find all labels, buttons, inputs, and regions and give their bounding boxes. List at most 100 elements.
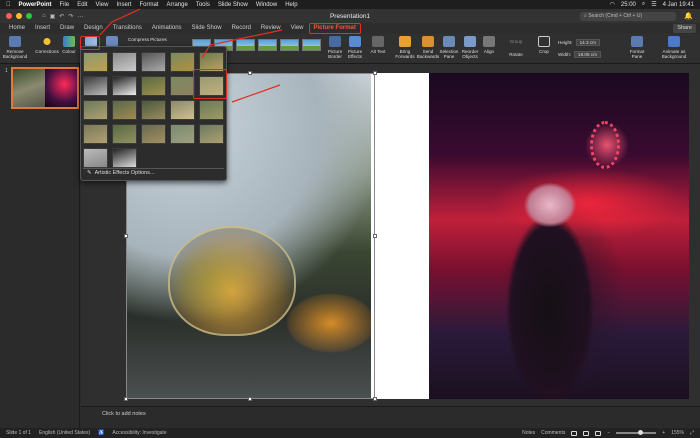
fit-slide-icon[interactable]: ⤢ <box>690 430 694 436</box>
undo-icon[interactable]: ↶ <box>59 13 64 20</box>
redo-icon[interactable]: ↷ <box>68 13 73 20</box>
effect-cutout[interactable] <box>112 100 137 120</box>
effect-texturizer[interactable] <box>83 124 108 144</box>
effect-pencil-greyscale[interactable] <box>83 76 108 96</box>
notes-toggle[interactable]: Notes <box>522 430 535 436</box>
colour-button[interactable]: Colour <box>60 36 78 54</box>
menu-tools[interactable]: Tools <box>196 2 210 8</box>
bell-icon[interactable]: 🔔 <box>684 12 693 20</box>
save-icon[interactable]: ▣ <box>50 13 56 20</box>
share-button[interactable]: Share <box>673 24 696 33</box>
effect-cement[interactable] <box>112 124 137 144</box>
effect-photocopy[interactable] <box>112 76 137 96</box>
resize-handle-br[interactable] <box>373 397 377 401</box>
reorder-objects-button[interactable]: Reorder Objects <box>460 36 480 59</box>
accessibility-icon[interactable]: ♿ <box>98 430 104 436</box>
selection-pane-button[interactable]: Selection Pane <box>440 36 458 59</box>
slide-sorter-icon[interactable] <box>583 430 590 436</box>
effect-plastic-wrap[interactable] <box>141 124 166 144</box>
picture-effects-button[interactable]: Picture Effects <box>346 36 364 59</box>
zoom-in-icon[interactable]: + <box>662 430 665 436</box>
language[interactable]: English (United States) <box>39 430 90 436</box>
effect-blur[interactable] <box>170 76 195 96</box>
effect-glow-diffused[interactable] <box>141 76 166 96</box>
effect-line-drawing[interactable] <box>141 52 166 72</box>
zoom-slider[interactable] <box>616 430 657 436</box>
home-icon[interactable]: ⌂ <box>42 13 46 20</box>
effect-glow-edges[interactable] <box>112 148 137 168</box>
menu-view[interactable]: View <box>96 2 109 8</box>
tab-transitions[interactable]: Transitions <box>108 23 147 34</box>
effect-chalk-sketch[interactable] <box>170 52 195 72</box>
picture-border-button[interactable]: Picture Border <box>326 36 344 59</box>
artistic-effects-options-item[interactable]: ✎ Artistic Effects Options... <box>87 170 154 176</box>
slide-thumbnail-1[interactable] <box>11 67 79 109</box>
picture-style-5[interactable] <box>280 39 299 51</box>
tab-home[interactable]: Home <box>4 23 30 34</box>
effect-mosaic[interactable] <box>170 100 195 120</box>
effect-pencil-sketch[interactable] <box>112 52 137 72</box>
minimize-window-button[interactable] <box>16 13 22 19</box>
normal-view-icon[interactable] <box>571 430 578 436</box>
menu-help[interactable]: Help <box>285 2 297 8</box>
wifi-icon[interactable]: ◠ <box>610 1 615 8</box>
menu-slide-show[interactable]: Slide Show <box>218 2 248 8</box>
resize-handle-tr[interactable] <box>373 71 377 75</box>
effect-watercolour[interactable] <box>83 100 108 120</box>
bring-forwards-button[interactable]: Bring Forwards <box>394 36 416 59</box>
resize-handle-bl[interactable] <box>124 397 128 401</box>
search-input[interactable]: ⌕ Search (Cmd + Ctrl + U) <box>580 11 676 21</box>
zoom-out-icon[interactable]: − <box>607 430 610 436</box>
menu-window[interactable]: Window <box>256 2 277 8</box>
menu-edit[interactable]: Edit <box>77 2 87 8</box>
more-icon[interactable]: … <box>77 13 83 20</box>
effect-none[interactable] <box>83 52 108 72</box>
comments-toggle[interactable]: Comments <box>541 430 565 436</box>
picture-style-3[interactable] <box>236 39 255 51</box>
effect-crisscross[interactable] <box>199 100 224 120</box>
corrections-button[interactable]: Corrections <box>34 36 60 54</box>
menu-arrange[interactable]: Arrange <box>166 2 187 8</box>
apple-menu-icon[interactable]:  <box>6 2 11 8</box>
alt-text-button[interactable]: Alt Text <box>370 36 386 54</box>
effect-film-grain[interactable] <box>83 148 108 168</box>
zoom-slider-knob[interactable] <box>638 430 644 436</box>
rotate-button[interactable]: Rotate <box>506 52 526 57</box>
zoom-level[interactable]: 155% <box>671 430 684 436</box>
menu-insert[interactable]: Insert <box>116 2 131 8</box>
align-button[interactable]: Align <box>482 36 496 54</box>
picture-style-6[interactable] <box>302 39 321 51</box>
animate-as-background-button[interactable]: Animate as Background <box>652 36 696 59</box>
close-window-button[interactable] <box>6 13 12 19</box>
menu-format[interactable]: Format <box>139 2 158 8</box>
menu-file[interactable]: File <box>60 2 70 8</box>
battery-time[interactable]: 25:00 <box>621 2 636 8</box>
tab-record[interactable]: Record <box>227 23 256 34</box>
tab-picture-format[interactable]: Picture Format <box>308 23 361 34</box>
reading-view-icon[interactable] <box>595 430 602 436</box>
tab-design[interactable]: Design <box>79 23 108 34</box>
accessibility-status[interactable]: Accessibility: Investigate <box>112 430 166 436</box>
resize-handle-t[interactable] <box>248 71 252 75</box>
format-pane-button[interactable]: Format Pane <box>628 36 646 59</box>
resize-handle-r[interactable] <box>373 234 377 238</box>
effect-marker[interactable] <box>141 100 166 120</box>
resize-handle-l[interactable] <box>124 234 128 238</box>
search-icon[interactable]: ⌕ <box>642 1 645 8</box>
crop-button[interactable]: Crop <box>536 36 552 54</box>
effect-glass[interactable] <box>199 124 224 144</box>
compress-pictures-button[interactable]: Compress Pictures <box>128 37 188 42</box>
app-menu[interactable]: PowerPoint <box>19 2 52 8</box>
send-backwards-button[interactable]: Send Backwards <box>416 36 440 59</box>
control-center-icon[interactable]: ☰ <box>651 1 656 8</box>
picture-style-4[interactable] <box>258 39 277 51</box>
zoom-window-button[interactable] <box>26 13 32 19</box>
notes-pane[interactable] <box>81 406 700 428</box>
resize-handle-b[interactable] <box>248 397 252 401</box>
tab-draw[interactable]: Draw <box>55 23 79 34</box>
height-input[interactable]: 14.3 cm <box>575 39 600 46</box>
clock[interactable]: 4 Jan 19:41 <box>663 2 694 8</box>
width-input[interactable]: 18.05 cm <box>574 51 601 58</box>
tab-review[interactable]: Review <box>256 23 286 34</box>
tab-animations[interactable]: Animations <box>147 23 187 34</box>
